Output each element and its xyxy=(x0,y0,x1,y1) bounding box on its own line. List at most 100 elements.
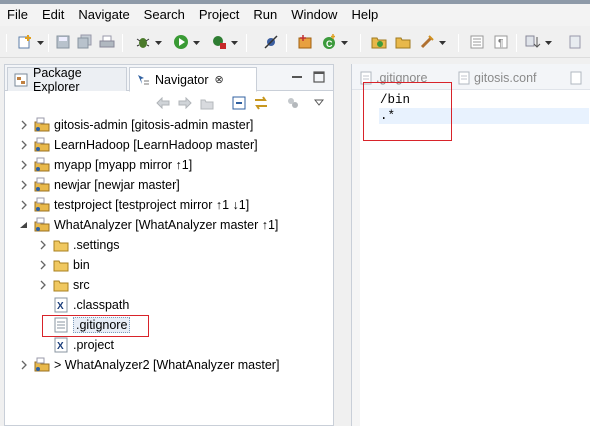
tree-item-learnhadoop[interactable]: LearnHadoop [LearnHadoop master] xyxy=(19,135,258,155)
navigator-toolbar xyxy=(5,93,333,113)
next-annotation-dropdown-icon[interactable] xyxy=(545,41,552,46)
tree-item-whatanalyzer2[interactable]: > WhatAnalyzer2 [WhatAnalyzer master] xyxy=(19,355,279,375)
code-line-current: .* xyxy=(379,108,589,124)
external-tools-dropdown-icon[interactable] xyxy=(231,41,238,46)
debug-icon[interactable] xyxy=(134,33,152,51)
tree-item-whatanalyzer[interactable]: WhatAnalyzer [WhatAnalyzer master ↑1] xyxy=(19,215,278,235)
toolbar-separator xyxy=(458,34,459,52)
menu-navigate[interactable]: Navigate xyxy=(71,4,136,26)
open-type-icon[interactable] xyxy=(370,33,388,51)
menu-project[interactable]: Project xyxy=(192,4,246,26)
expand-arrow-icon[interactable] xyxy=(38,240,48,250)
tree-item-myapp[interactable]: myapp [myapp mirror ↑1] xyxy=(19,155,192,175)
git-project-icon xyxy=(34,157,50,173)
tab-package-explorer[interactable]: Package Explorer xyxy=(7,65,127,94)
editor-tab-bar: .gitignore gitosis.conf xyxy=(352,64,590,90)
forward-arrow-icon[interactable] xyxy=(177,95,193,111)
menu-edit[interactable]: Edit xyxy=(35,4,71,26)
toolbar-separator xyxy=(286,34,287,52)
editor-content[interactable]: /bin .* xyxy=(379,92,589,124)
tree-item-label: LearnHadoop [LearnHadoop master] xyxy=(54,138,258,152)
new-class-icon[interactable]: C xyxy=(320,33,338,51)
tree-item-label: .project xyxy=(73,338,114,352)
svg-text:X: X xyxy=(57,341,64,352)
pin-editor-icon[interactable] xyxy=(566,33,584,51)
tree-item-settings-folder[interactable]: .settings xyxy=(38,235,120,255)
tab-navigator-label: Navigator xyxy=(155,72,209,87)
expand-arrow-icon[interactable] xyxy=(19,180,29,190)
text-file-icon xyxy=(360,71,372,85)
expand-arrow-icon[interactable] xyxy=(19,360,29,370)
new-class-dropdown-icon[interactable] xyxy=(341,41,348,46)
link-with-editor-icon[interactable] xyxy=(253,95,269,111)
svg-text:¶: ¶ xyxy=(498,38,503,49)
view-menu-icon[interactable] xyxy=(311,95,327,111)
maximize-icon[interactable] xyxy=(313,71,325,83)
tree-item-label: .gitignore xyxy=(73,317,131,333)
search-dropdown-icon[interactable] xyxy=(439,41,446,46)
open-task-icon[interactable] xyxy=(394,33,412,51)
git-project-icon xyxy=(34,177,50,193)
text-file-icon xyxy=(570,71,582,85)
collapse-arrow-icon[interactable] xyxy=(19,220,29,230)
external-tools-icon[interactable] xyxy=(210,33,228,51)
show-whitespace-icon[interactable]: ¶ xyxy=(492,33,510,51)
menu-help[interactable]: Help xyxy=(344,4,385,26)
toolbar-separator xyxy=(122,34,123,52)
xml-file-icon: X xyxy=(53,297,69,313)
menu-file[interactable]: File xyxy=(0,4,35,26)
tree-item-label: WhatAnalyzer [WhatAnalyzer master ↑1] xyxy=(54,218,279,232)
menu-run[interactable]: Run xyxy=(246,4,284,26)
skip-breakpoints-icon[interactable] xyxy=(262,33,280,51)
toolbar-separator xyxy=(246,34,247,52)
new-java-project-icon[interactable] xyxy=(296,33,314,51)
filters-icon[interactable] xyxy=(285,95,301,111)
tree-item-newjar[interactable]: newjar [newjar master] xyxy=(19,175,180,195)
editor-tab-gitosis-conf[interactable]: gitosis.conf xyxy=(458,68,537,88)
tree-item-project-file[interactable]: X .project xyxy=(53,335,114,355)
text-editor[interactable]: .gitignore gitosis.conf /bin .* xyxy=(351,64,590,426)
tree-item-gitosis-admin[interactable]: gitosis-admin [gitosis-admin master] xyxy=(19,115,253,135)
new-icon[interactable] xyxy=(16,33,34,51)
tree-item-bin-folder[interactable]: bin xyxy=(38,255,90,275)
editor-gutter xyxy=(352,90,360,426)
toggle-mark-occurrences-icon[interactable] xyxy=(468,33,486,51)
toolbar-separator xyxy=(516,34,517,52)
menu-search[interactable]: Search xyxy=(137,4,192,26)
tree-item-gitignore[interactable]: .gitignore xyxy=(53,315,131,335)
svg-text:X: X xyxy=(57,301,64,312)
expand-arrow-icon[interactable] xyxy=(19,160,29,170)
debug-dropdown-icon[interactable] xyxy=(155,41,162,46)
tree-item-testproject[interactable]: testproject [testproject mirror ↑1 ↓1] xyxy=(19,195,249,215)
expand-arrow-icon[interactable] xyxy=(19,140,29,150)
expand-arrow-icon[interactable] xyxy=(38,260,48,270)
close-icon[interactable]: ⊗ xyxy=(215,73,224,86)
tree-item-src-folder[interactable]: src xyxy=(38,275,90,295)
back-arrow-icon[interactable] xyxy=(155,95,171,111)
expand-arrow-icon[interactable] xyxy=(38,280,48,290)
up-folder-icon[interactable] xyxy=(199,95,215,111)
tree-item-classpath[interactable]: X .classpath xyxy=(53,295,129,315)
save-icon[interactable] xyxy=(54,33,72,51)
next-annotation-icon[interactable] xyxy=(524,33,542,51)
run-dropdown-icon[interactable] xyxy=(193,41,200,46)
print-icon[interactable] xyxy=(98,33,116,51)
save-all-icon[interactable] xyxy=(76,33,94,51)
new-dropdown-icon[interactable] xyxy=(37,41,44,46)
run-icon[interactable] xyxy=(172,33,190,51)
menu-window[interactable]: Window xyxy=(284,4,344,26)
tree-item-label: bin xyxy=(73,258,90,272)
search-icon[interactable] xyxy=(418,33,436,51)
tab-package-explorer-label: Package Explorer xyxy=(33,65,82,94)
expand-arrow-icon[interactable] xyxy=(19,200,29,210)
expand-arrow-icon[interactable] xyxy=(19,120,29,130)
tree-item-label: .classpath xyxy=(73,298,130,312)
editor-tab-overflow[interactable] xyxy=(570,68,586,88)
tab-navigator[interactable]: Navigator ⊗ xyxy=(129,67,257,92)
package-explorer-icon xyxy=(14,73,28,87)
collapse-all-icon[interactable] xyxy=(231,95,247,111)
editor-tab-gitignore[interactable]: .gitignore xyxy=(360,68,427,88)
toolbar-grip xyxy=(6,34,7,52)
tree-item-label: newjar [newjar master] xyxy=(54,178,180,192)
minimize-icon[interactable] xyxy=(291,71,303,83)
